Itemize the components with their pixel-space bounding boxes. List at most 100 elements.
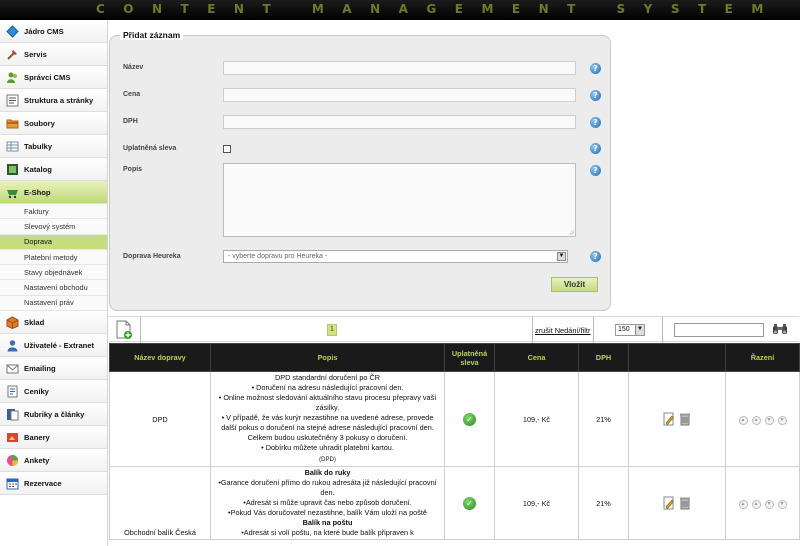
sidebar-subitem[interactable]: Faktury bbox=[0, 204, 107, 220]
binoculars-icon[interactable] bbox=[772, 323, 788, 335]
help-icon[interactable]: ? bbox=[590, 165, 601, 176]
sidebar-subitem[interactable]: Doprava bbox=[0, 234, 107, 250]
divider bbox=[532, 317, 533, 343]
sidebar-item-rezervace[interactable]: Rezervace bbox=[0, 472, 107, 496]
checkmark-icon[interactable]: ✓ bbox=[463, 412, 476, 426]
sidebar-item-struktura-a-str-nky[interactable]: Struktura a stránky bbox=[0, 89, 107, 112]
help-icon[interactable]: ? bbox=[590, 63, 601, 74]
structure-icon bbox=[6, 94, 19, 107]
sidebar-subitem[interactable]: Nastavení práv bbox=[0, 295, 107, 312]
sidebar-item-emailing[interactable]: Emailing bbox=[0, 357, 107, 381]
sidebar-item-tabulky[interactable]: Tabulky bbox=[0, 135, 107, 158]
description-line: •Pokud Vás doručovatel nezastihne, balík… bbox=[228, 508, 427, 517]
sidebar-item-e-shop[interactable]: E-Shop bbox=[0, 181, 107, 204]
sort-top-icon[interactable]: ▲ bbox=[738, 499, 748, 509]
help-icon[interactable]: ? bbox=[590, 117, 601, 128]
sort-down-icon[interactable]: ▼ bbox=[764, 415, 774, 425]
column-header[interactable]: Popis bbox=[210, 343, 445, 372]
column-header[interactable]: Cena bbox=[494, 343, 579, 372]
sidebar-item-label: Tabulky bbox=[24, 141, 53, 151]
trash-icon[interactable] bbox=[679, 412, 691, 426]
sort-top-icon[interactable]: ▲ bbox=[738, 415, 748, 425]
sort-down-icon[interactable]: ▼ bbox=[764, 499, 774, 509]
form-legend: Přidat záznam bbox=[120, 30, 184, 40]
sidebar-item-j-dro-cms[interactable]: Jádro CMS bbox=[0, 20, 107, 43]
sidebar-item-label: Struktura a stránky bbox=[24, 95, 94, 105]
vat-input[interactable] bbox=[223, 115, 576, 129]
discount-checkbox[interactable] bbox=[223, 145, 231, 153]
pricelist-icon bbox=[6, 385, 19, 398]
column-header[interactable]: Řazení bbox=[725, 343, 800, 372]
diamond-icon bbox=[6, 24, 19, 38]
sidebar-item-rubriky-a-l-nky[interactable]: Rubriky a články bbox=[0, 403, 107, 427]
sidebar-item-u-ivatel-extranet[interactable]: Uživatelé - Extranet bbox=[0, 334, 107, 358]
price-input[interactable] bbox=[223, 88, 576, 102]
folder-icon bbox=[6, 117, 19, 130]
search-input[interactable] bbox=[674, 323, 764, 337]
column-header[interactable]: Název dopravy bbox=[109, 343, 211, 372]
trash-icon[interactable] bbox=[679, 496, 691, 510]
actions-cell bbox=[628, 371, 726, 467]
description-label: Popis bbox=[123, 166, 143, 173]
sidebar-item-label: Sklad bbox=[24, 317, 45, 327]
sidebar-item-servis[interactable]: Servis bbox=[0, 43, 107, 66]
sidebar-item-soubory[interactable]: Soubory bbox=[0, 112, 107, 135]
column-header[interactable]: DPH bbox=[578, 343, 629, 372]
description-line: Balík do ruky bbox=[304, 468, 351, 477]
vat-cell: 21% bbox=[578, 466, 629, 540]
sidebar-subitem[interactable]: Slevový systém bbox=[0, 219, 107, 235]
description-textarea[interactable] bbox=[223, 163, 576, 237]
sidebar-item-cen-ky[interactable]: Ceníky bbox=[0, 380, 107, 404]
help-icon[interactable]: ? bbox=[590, 143, 601, 154]
app-title: CONTENT MANAGEMENT SYSTEM bbox=[96, 2, 782, 16]
sidebar-item-ankety[interactable]: Ankety bbox=[0, 449, 107, 473]
sidebar-item-label: Banery bbox=[24, 432, 50, 442]
sort-bottom-icon[interactable]: ▼ bbox=[777, 415, 787, 425]
sidebar-item-label: Emailing bbox=[24, 363, 56, 373]
pagination-page[interactable]: 1 bbox=[327, 324, 337, 336]
sidebar-item-label: Ankety bbox=[24, 455, 50, 465]
sidebar-item-sklad[interactable]: Sklad bbox=[0, 311, 107, 335]
per-page-select[interactable]: 150 ▼ bbox=[615, 324, 645, 336]
sort-up-icon[interactable]: ▲ bbox=[751, 415, 761, 425]
shipping-name-cell: DPD bbox=[109, 371, 211, 467]
sort-up-icon[interactable]: ▲ bbox=[751, 499, 761, 509]
help-icon[interactable]: ? bbox=[590, 251, 601, 262]
description-line: (DPD) bbox=[319, 457, 336, 463]
sidebar-item-banery[interactable]: Banery bbox=[0, 426, 107, 450]
sidebar-item-katalog[interactable]: Katalog bbox=[0, 158, 107, 181]
banner-icon bbox=[6, 431, 19, 444]
discount-cell: ✓ bbox=[444, 466, 495, 540]
sidebar-item-label: Rubriky a články bbox=[24, 409, 85, 419]
column-header[interactable]: Uplatněná sleva bbox=[444, 343, 495, 372]
edit-icon[interactable] bbox=[663, 496, 675, 510]
sidebar-item-label: Jádro CMS bbox=[24, 26, 64, 36]
list-toolbar: 1 zrušit Nedání/filtr 150 ▼ bbox=[109, 316, 799, 343]
heureka-select[interactable]: - vyberte dopravu pro Heureka - ▼ bbox=[223, 250, 568, 263]
sidebar-item-label: Uživatelé - Extranet bbox=[24, 340, 95, 350]
sidebar-item-label: Katalog bbox=[24, 164, 52, 174]
reset-filter-link[interactable]: zrušit Nedání/filtr bbox=[535, 326, 590, 335]
add-record-form: Přidat záznam Název ? Cena ? DPH ? Uplat… bbox=[109, 30, 611, 311]
submit-button[interactable]: Vložit bbox=[551, 277, 598, 292]
description-line: •Adresát si volí poštu, na které bude ba… bbox=[241, 528, 414, 537]
description-line: DPD standardní doručení po ČR bbox=[274, 373, 381, 382]
sidebar-item-spr-vci-cms[interactable]: Správci CMS bbox=[0, 66, 107, 89]
edit-icon[interactable] bbox=[663, 412, 675, 426]
checkmark-icon[interactable]: ✓ bbox=[463, 496, 476, 510]
discount-label: Uplatněná sleva bbox=[123, 145, 177, 152]
sidebar-subitem[interactable]: Stavy objednávek bbox=[0, 265, 107, 281]
name-input[interactable] bbox=[223, 61, 576, 75]
description-line: • Doručení na adresu následující pracovn… bbox=[251, 383, 404, 392]
help-icon[interactable]: ? bbox=[590, 90, 601, 101]
heureka-label: Doprava Heureka bbox=[123, 253, 181, 260]
new-record-icon[interactable] bbox=[115, 320, 133, 339]
sidebar-subitem[interactable]: Platební metody bbox=[0, 249, 107, 266]
sort-cell: ▲ ▲ ▼ ▼ bbox=[725, 466, 800, 540]
divider bbox=[593, 317, 594, 343]
poll-icon bbox=[6, 454, 19, 467]
sidebar-subitem[interactable]: Nastavení obchodu bbox=[0, 280, 107, 296]
description-cell: DPD standardní doručení po ČR • Doručení … bbox=[210, 371, 445, 467]
description-line: •Adresát si může upravit čas nebo způsob… bbox=[243, 498, 412, 507]
sort-bottom-icon[interactable]: ▼ bbox=[777, 499, 787, 509]
